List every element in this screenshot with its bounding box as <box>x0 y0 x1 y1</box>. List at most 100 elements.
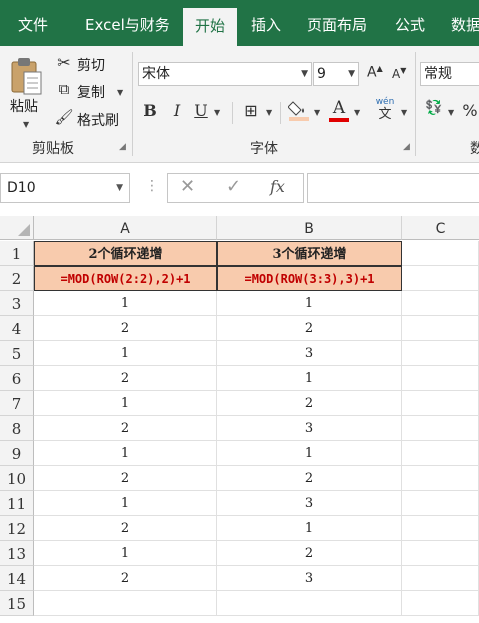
cell-c[interactable] <box>402 391 479 416</box>
font-color-dropdown-icon[interactable]: ▼ <box>354 108 360 117</box>
cancel-icon[interactable]: ✕ <box>180 176 195 197</box>
cell-c[interactable] <box>402 291 479 316</box>
cell-a[interactable]: 1 <box>34 541 217 566</box>
accounting-format-icon[interactable]: 💱 <box>424 100 444 116</box>
cell-b[interactable]: 3 <box>217 566 402 591</box>
cell-a[interactable]: 1 <box>34 291 217 316</box>
copy-dropdown-icon[interactable]: ▼ <box>117 88 123 97</box>
cell-a[interactable]: 2 <box>34 366 217 391</box>
copy-icon[interactable]: ⧉ <box>54 80 74 98</box>
cell-a[interactable]: 2 <box>34 516 217 541</box>
cell-a1[interactable]: 2个循环递增 <box>34 241 217 266</box>
number-format-combo[interactable]: 常规 <box>420 62 479 86</box>
enter-check-icon[interactable]: ✓ <box>226 176 241 197</box>
cell-c[interactable] <box>402 441 479 466</box>
format-painter-icon[interactable]: 🖌 <box>54 108 74 126</box>
column-header-c[interactable]: C <box>402 216 479 240</box>
cell-b[interactable]: 1 <box>217 366 402 391</box>
font-color-icon[interactable]: A <box>328 98 350 122</box>
shrink-font-icon[interactable]: A▼ <box>392 66 406 81</box>
percent-button[interactable]: % <box>462 101 478 120</box>
fill-color-icon[interactable] <box>287 98 310 126</box>
cell-c[interactable] <box>402 366 479 391</box>
cell-a[interactable]: 2 <box>34 466 217 491</box>
cell-c[interactable] <box>402 266 479 291</box>
formula-input[interactable] <box>307 173 479 203</box>
row-header[interactable]: 2 <box>0 266 34 291</box>
column-header-a[interactable]: A <box>34 216 217 240</box>
cell-a[interactable]: 1 <box>34 341 217 366</box>
grow-font-icon[interactable]: A▲ <box>367 64 383 81</box>
cell-b[interactable]: 2 <box>217 316 402 341</box>
font-launcher-icon[interactable]: ◢ <box>403 142 410 152</box>
fill-color-dropdown-icon[interactable]: ▼ <box>314 108 320 117</box>
phonetic-guide-icon[interactable]: wén 文 <box>373 97 397 122</box>
cell-c[interactable] <box>402 541 479 566</box>
cut-button[interactable]: 剪切 <box>77 55 105 75</box>
copy-button[interactable]: 复制 <box>77 82 105 102</box>
cell-c[interactable] <box>402 341 479 366</box>
chevron-down-icon[interactable]: ▼ <box>301 63 308 85</box>
row-header[interactable]: 5 <box>0 341 34 366</box>
row-header[interactable]: 11 <box>0 491 34 516</box>
cell-b[interactable]: 2 <box>217 391 402 416</box>
cell-b1[interactable]: 3个循环递增 <box>217 241 402 266</box>
cell-b[interactable]: 1 <box>217 516 402 541</box>
paste-button[interactable]: 粘贴 <box>10 96 38 116</box>
insert-function-button[interactable]: fx <box>270 177 285 196</box>
cell-c[interactable] <box>402 491 479 516</box>
cell-b[interactable] <box>217 591 402 616</box>
row-header[interactable]: 12 <box>0 516 34 541</box>
paste-dropdown-icon[interactable]: ▼ <box>23 120 29 129</box>
accounting-dropdown-icon[interactable]: ▼ <box>448 108 454 117</box>
format-painter-button[interactable]: 格式刷 <box>77 110 119 130</box>
row-header[interactable]: 15 <box>0 591 34 616</box>
column-header-b[interactable]: B <box>217 216 402 240</box>
row-header[interactable]: 6 <box>0 366 34 391</box>
row-header[interactable]: 10 <box>0 466 34 491</box>
cell-a2[interactable]: =MOD(ROW(2:2),2)+1 <box>34 266 217 291</box>
phonetic-dropdown-icon[interactable]: ▼ <box>401 108 407 117</box>
cell-c[interactable] <box>402 416 479 441</box>
row-header[interactable]: 8 <box>0 416 34 441</box>
tab-insert[interactable]: 插入 <box>251 0 281 46</box>
row-header[interactable]: 7 <box>0 391 34 416</box>
cell-a[interactable]: 1 <box>34 391 217 416</box>
cell-c[interactable] <box>402 241 479 266</box>
cell-c[interactable] <box>402 566 479 591</box>
borders-dropdown-icon[interactable]: ▼ <box>266 108 272 117</box>
cell-a[interactable]: 2 <box>34 416 217 441</box>
row-header[interactable]: 13 <box>0 541 34 566</box>
cell-b[interactable]: 1 <box>217 291 402 316</box>
select-all-corner[interactable] <box>0 216 34 240</box>
paste-icon[interactable] <box>8 56 44 96</box>
bold-button[interactable]: B <box>142 101 158 120</box>
cell-b[interactable]: 1 <box>217 441 402 466</box>
cell-c[interactable] <box>402 516 479 541</box>
row-header[interactable]: 14 <box>0 566 34 591</box>
underline-dropdown-icon[interactable]: ▼ <box>214 108 220 117</box>
row-header[interactable]: 9 <box>0 441 34 466</box>
row-header[interactable]: 4 <box>0 316 34 341</box>
cell-b[interactable]: 3 <box>217 416 402 441</box>
tab-formulas[interactable]: 公式 <box>395 0 425 46</box>
italic-button[interactable]: I <box>170 101 184 120</box>
cell-a[interactable]: 1 <box>34 491 217 516</box>
tab-excel-finance[interactable]: Excel与财务 <box>85 0 170 46</box>
cell-b[interactable]: 3 <box>217 341 402 366</box>
row-header[interactable]: 3 <box>0 291 34 316</box>
clipboard-launcher-icon[interactable]: ◢ <box>119 142 126 152</box>
font-size-combo[interactable]: 9 ▼ <box>313 62 359 86</box>
tab-file[interactable]: 文件 <box>18 0 48 46</box>
row-header[interactable]: 1 <box>0 241 34 266</box>
tab-data[interactable]: 数据 <box>451 0 479 46</box>
underline-button[interactable]: U <box>194 101 208 120</box>
scissors-icon[interactable]: ✂ <box>54 53 74 72</box>
cell-b[interactable]: 2 <box>217 466 402 491</box>
cell-c[interactable] <box>402 316 479 341</box>
tab-page-layout[interactable]: 页面布局 <box>307 0 367 46</box>
more-options-icon[interactable]: ⋮ <box>145 178 159 194</box>
cell-a[interactable]: 2 <box>34 316 217 341</box>
cell-a[interactable] <box>34 591 217 616</box>
chevron-down-icon[interactable]: ▼ <box>348 63 355 85</box>
